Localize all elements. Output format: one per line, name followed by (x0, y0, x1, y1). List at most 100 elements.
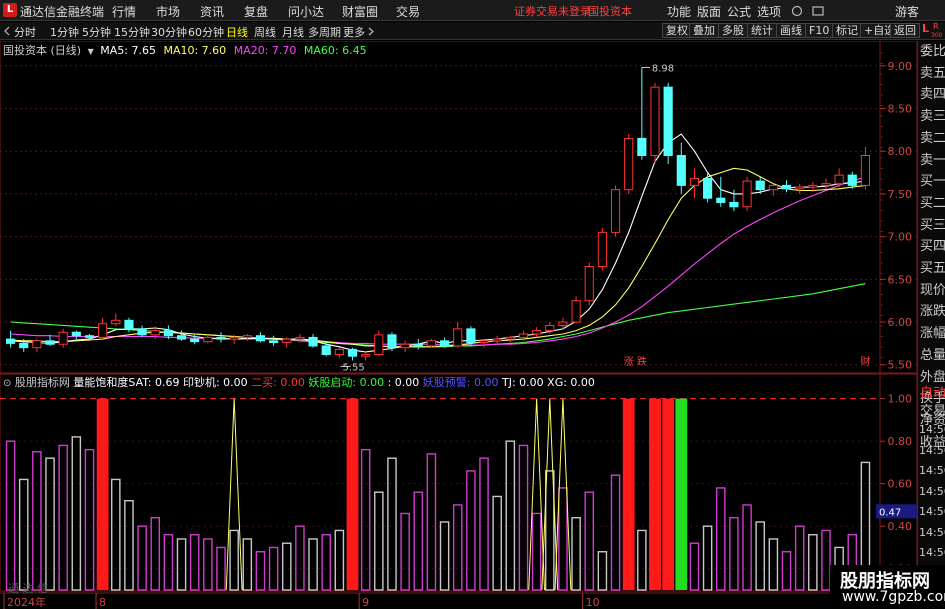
sat-bar (5, 440, 16, 591)
indicator-axis: 1.000.800.600.400.200.47 (876, 393, 917, 576)
panel-label-12: 涨跌 (920, 304, 945, 320)
collapse-left-icon[interactable] (3, 26, 11, 36)
panel-label-5: 卖一 (920, 152, 945, 168)
diejia-button[interactable]: 叠加 (689, 23, 719, 38)
date-axis-bg (0, 593, 880, 609)
sat-bar (334, 529, 345, 591)
candle-body (203, 336, 213, 343)
menu-gongneng[interactable]: 功能 (667, 3, 691, 20)
indicator-tick-label: 0.60 (888, 478, 913, 491)
login-notice[interactable]: 证券交易未登录 (514, 3, 591, 19)
period-60min[interactable]: 60分钟 (188, 24, 224, 40)
title-bar: L 通达信金融终端 行情 市场 资讯 复盘 问小达 财富圈 交易 证券交易未登录… (0, 0, 945, 21)
menu-jiaoyi[interactable]: 交易 (396, 3, 420, 20)
candle-body (45, 340, 55, 345)
indicator-bars (5, 398, 871, 591)
candle-body (400, 343, 410, 349)
candle-body (124, 319, 134, 330)
sat-bar (18, 478, 29, 591)
price-tick-label: 7.50 (888, 188, 913, 201)
date-tick-label: 2024年 (7, 595, 46, 609)
sat-bar (452, 504, 463, 591)
panel-label-3: 卖三 (920, 109, 945, 125)
chevron-right-icon[interactable] (367, 27, 375, 36)
menu-guest[interactable]: 游客 (895, 3, 919, 20)
period-5min[interactable]: 5分钟 (82, 24, 111, 40)
candle-body (716, 197, 726, 203)
candle-body (742, 180, 752, 208)
sat-bar (505, 440, 516, 591)
ermai-signal-bar (662, 398, 675, 590)
app-logo-icon: L (3, 3, 17, 17)
candle-body (439, 340, 450, 347)
candle-body (689, 178, 700, 186)
sat-bar (715, 487, 726, 591)
sat-bar (163, 534, 174, 591)
menu-xuanxiang[interactable]: 选项 (757, 3, 781, 20)
low-price-label: 5.55 (343, 362, 365, 373)
candle-body (282, 338, 292, 344)
sat-bar (32, 451, 42, 591)
candle-body (321, 345, 331, 355)
menu-caifuquan[interactable]: 财富圈 (342, 3, 378, 20)
biaoji-button[interactable]: 标记 (832, 23, 862, 38)
duogu-button[interactable]: 多股 (718, 23, 748, 38)
stock-name-notice: 国投资本 (588, 5, 632, 18)
period-15min[interactable]: 15分钟 (114, 24, 150, 40)
menu-shichang[interactable]: 市场 (156, 3, 180, 20)
menu-zixun[interactable]: 资讯 (200, 3, 224, 20)
sat-bar (150, 517, 161, 591)
sat-bar (808, 534, 818, 591)
sat-bar (71, 436, 82, 591)
period-toolbar: 分时 1分钟 5分钟 15分钟 30分钟 60分钟 日线 周线 月线 多周期 更… (0, 22, 945, 40)
sat-bar (400, 512, 410, 591)
sat-bar (689, 542, 700, 591)
menu-banmian[interactable]: 版面 (697, 3, 721, 20)
chart-area[interactable]: 8.98 5.55 涨跌 财 9.00 8.50 8.00 7.50 7.00 6.50 6.00… (0, 41, 917, 609)
period-1min[interactable]: 1分钟 (50, 24, 79, 40)
candle-body (505, 336, 515, 340)
sat-bar (466, 470, 476, 591)
period-multi[interactable]: 多周期 (308, 24, 341, 40)
menu-fupan[interactable]: 复盘 (244, 3, 268, 20)
message-icon[interactable] (812, 5, 824, 17)
back-button[interactable]: 返回 (890, 23, 920, 38)
panel-label-11: 现价 (920, 282, 945, 298)
candle-body (98, 323, 108, 338)
candle-body (5, 338, 16, 344)
tick-time: 14:56 (919, 423, 945, 436)
menu-wenxiaoda[interactable]: 问小达 (288, 3, 324, 20)
period-fenshi[interactable]: 分时 (14, 24, 36, 40)
candle-body (860, 154, 871, 186)
candle-body (137, 328, 147, 336)
period-monthly[interactable]: 月线 (282, 24, 304, 40)
date-tick-label: 8 (99, 596, 106, 609)
candle-body (781, 184, 792, 190)
period-weekly[interactable]: 周线 (254, 24, 276, 40)
sat-bar (768, 538, 779, 591)
candle-body (84, 335, 95, 338)
candle-body (176, 335, 187, 340)
price-tick-label: 8.00 (888, 145, 913, 158)
f10-button[interactable]: F10 (805, 23, 834, 38)
period-more[interactable]: 更多 (343, 24, 365, 40)
period-daily[interactable]: 日线 (226, 24, 248, 40)
candle-body (676, 154, 686, 186)
ma5-line (10, 133, 866, 353)
sat-bar (189, 534, 200, 591)
price-tick-label: 5.50 (888, 359, 913, 372)
panel-label-13: 涨幅 (920, 326, 945, 342)
period-30min[interactable]: 30分钟 (151, 24, 187, 40)
date-tick-label: 9 (362, 596, 369, 609)
panel-label-10: 买五 (920, 261, 945, 276)
huaxian-button[interactable]: 画线 (776, 23, 806, 38)
indicator-tick-label: 0.40 (888, 520, 913, 533)
trade-label[interactable]: 交易 (920, 401, 945, 423)
candle-body (229, 336, 239, 340)
fuquan-button[interactable]: 复权 (662, 23, 692, 38)
tongji-button[interactable]: 统计 (747, 23, 777, 38)
menu-hangqing[interactable]: 行情 (112, 3, 136, 20)
candle-body (242, 335, 252, 338)
menu-gongshi[interactable]: 公式 (727, 3, 751, 20)
skin-icon[interactable] (791, 5, 803, 17)
